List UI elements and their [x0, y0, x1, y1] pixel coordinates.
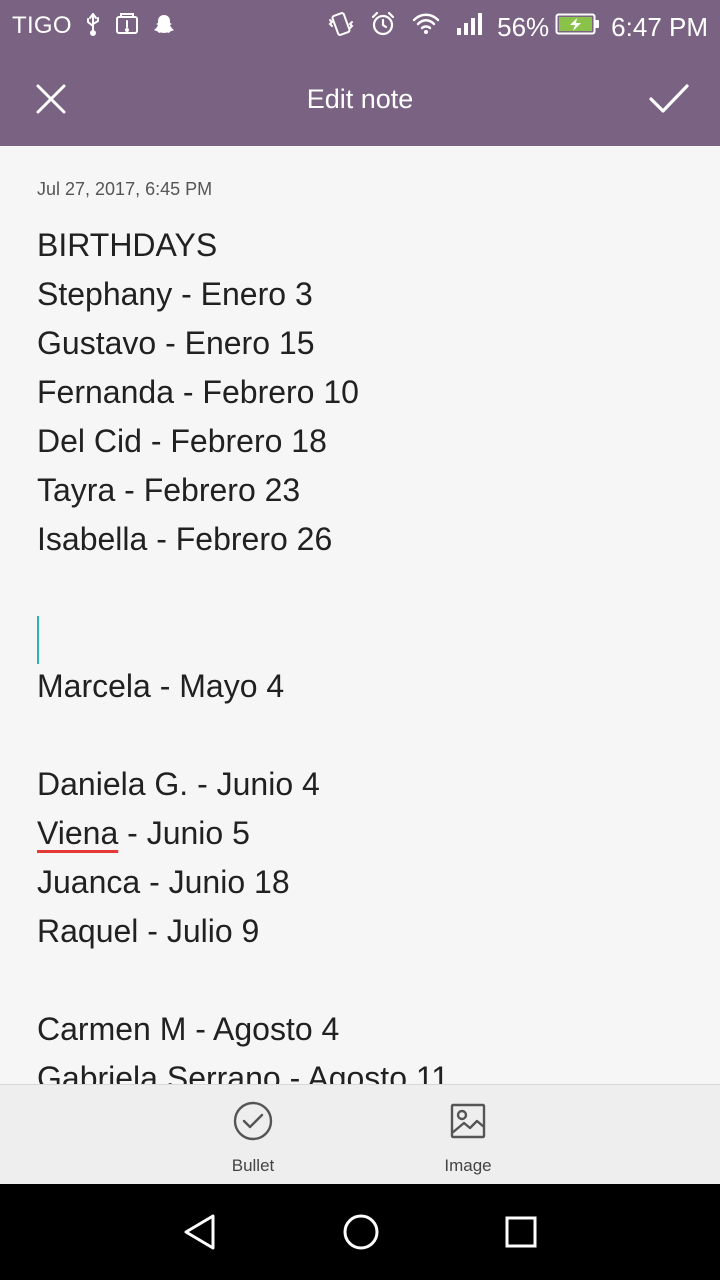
app-bar: Edit note [0, 52, 720, 146]
battery-charging-icon [555, 11, 601, 42]
save-button[interactable] [640, 70, 698, 128]
note-editor[interactable]: Jul 27, 2017, 6:45 PM BIRTHDAYS Stephany… [0, 146, 720, 1084]
note-line: Marcela - Mayo 4 [37, 668, 285, 704]
note-line: Tayra - Febrero 23 [37, 472, 301, 508]
vibrate-icon [327, 10, 355, 43]
alert-icon [114, 11, 140, 42]
note-line: BIRTHDAYS [37, 227, 218, 263]
misspelled-word[interactable]: Viena [37, 815, 118, 851]
note-line: Fernanda - Febrero 10 [37, 374, 359, 410]
carrier-label: TIGO [12, 12, 72, 39]
bullet-button[interactable]: Bullet [193, 1099, 313, 1179]
recents-square-icon [505, 1216, 537, 1248]
image-button[interactable]: Image [408, 1099, 528, 1179]
status-bar: TIGO 56% 6:47 PM [0, 0, 720, 52]
note-text[interactable]: BIRTHDAYS Stephany - Enero 3 Gustavo - E… [37, 221, 687, 1084]
note-line: Daniela G. - Junio 4 [37, 766, 320, 802]
formatting-toolbar: Bullet Image [0, 1084, 720, 1184]
status-right: 56% 6:47 PM [313, 10, 708, 43]
note-line-empty [37, 956, 687, 1005]
note-line: Carmen M - Agosto 4 [37, 1011, 340, 1047]
note-line: Stephany - Enero 3 [37, 276, 313, 312]
status-left: TIGO [12, 10, 176, 42]
note-line: Del Cid - Febrero 18 [37, 423, 327, 459]
navigation-bar [0, 1184, 720, 1280]
usb-icon [84, 11, 102, 42]
note-line: Gabriela Serrano - Agosto 11 [37, 1060, 450, 1084]
snapchat-icon [152, 12, 176, 41]
note-line: Raquel - Julio 9 [37, 913, 260, 949]
check-icon [649, 84, 689, 113]
note-line: Viena - Junio 5 [37, 809, 687, 858]
note-timestamp: Jul 27, 2017, 6:45 PM [37, 179, 213, 199]
header: TIGO 56% 6:47 PM Edit note [0, 0, 720, 146]
text-caret [37, 615, 39, 664]
home-circle-icon [343, 1214, 379, 1250]
note-line-cursor [37, 613, 687, 664]
bullet-label: Bullet [231, 1156, 275, 1175]
image-icon [450, 1103, 486, 1139]
home-button[interactable] [333, 1204, 389, 1260]
note-line-rest: - Junio 5 [118, 815, 250, 851]
battery-percent: 56% [497, 11, 550, 42]
check-circle-icon [233, 1101, 273, 1141]
image-label: Image [444, 1156, 492, 1175]
page-title: Edit note [306, 84, 414, 114]
signal-icon [455, 11, 485, 42]
recents-button[interactable] [493, 1204, 549, 1260]
back-button[interactable] [173, 1204, 229, 1260]
note-line-empty [37, 711, 687, 760]
clock: 6:47 PM [611, 11, 708, 42]
note-line: Isabella - Febrero 26 [37, 521, 333, 557]
wifi-icon [411, 11, 441, 42]
alarm-icon [369, 10, 397, 43]
back-triangle-icon [184, 1214, 215, 1250]
note-line: Gustavo - Enero 15 [37, 325, 315, 361]
note-line-empty [37, 564, 687, 613]
note-line: Juanca - Junio 18 [37, 864, 290, 900]
